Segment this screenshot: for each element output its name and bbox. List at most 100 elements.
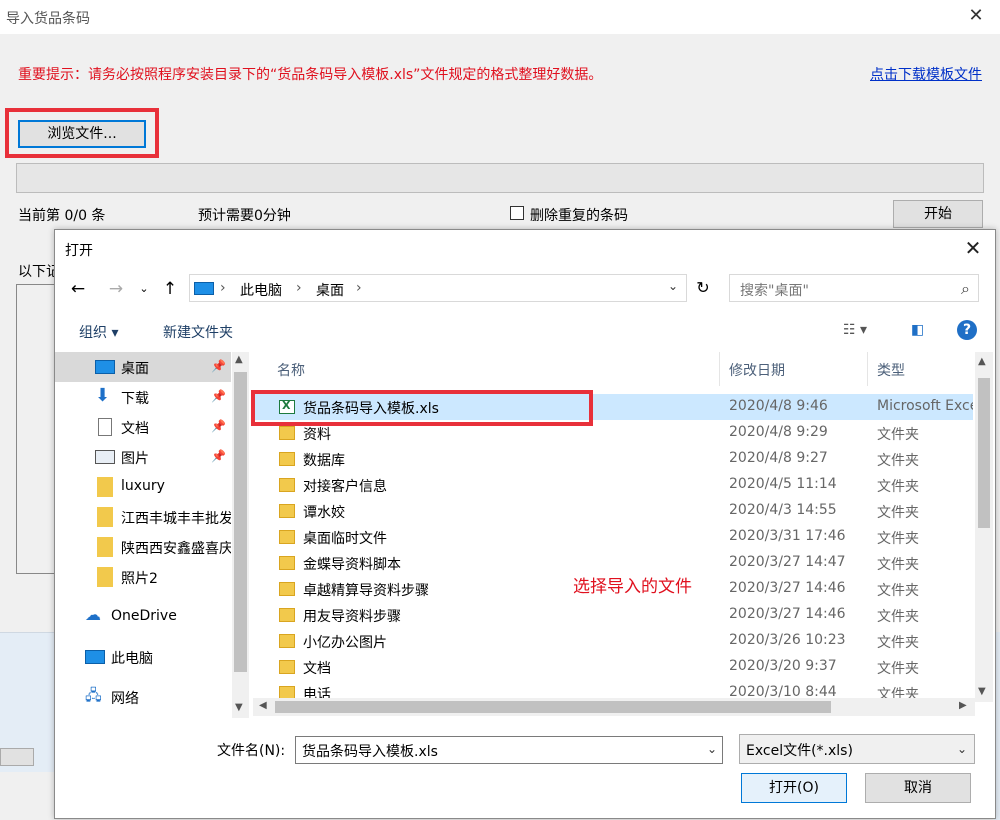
file-row[interactable]: 电话 2020/3/10 8:44 文件夹 (253, 680, 973, 698)
pin-icon: 📌 (211, 359, 226, 373)
scroll-down-icon[interactable]: ▼ (978, 686, 986, 697)
new-folder-button[interactable]: 新建文件夹 (163, 322, 233, 342)
column-separator[interactable] (867, 352, 868, 386)
folder-icon (279, 686, 295, 698)
parent-lower-button[interactable] (0, 748, 34, 766)
forward-arrow-icon[interactable]: → (105, 278, 127, 300)
back-arrow-icon[interactable]: ← (67, 278, 89, 300)
delete-duplicates-label: 删除重复的条码 (530, 208, 628, 224)
scroll-up-icon[interactable]: ▲ (235, 354, 243, 365)
search-placeholder: 搜索"桌面" (740, 283, 809, 299)
folder-icon (97, 567, 113, 587)
file-list-vscroll-thumb[interactable] (978, 378, 990, 528)
file-name: 桌面临时文件 (303, 531, 387, 547)
navigation-pane: 桌面 📌 ⬇ 下载 📌 文档 📌 图片 📌 luxury 江西丰城丰丰批发 陕西… (55, 352, 251, 718)
cancel-button[interactable]: 取消 (865, 773, 971, 803)
file-date: 2020/4/8 9:46 (729, 398, 828, 414)
dialog-title: 打开 (65, 243, 93, 259)
file-row[interactable]: 对接客户信息 2020/4/5 11:14 文件夹 (253, 472, 973, 498)
open-button[interactable]: 打开(O) (741, 773, 847, 803)
file-name: 对接客户信息 (303, 479, 387, 495)
column-separator[interactable] (719, 352, 720, 386)
file-row[interactable]: 数据库 2020/4/8 9:27 文件夹 (253, 446, 973, 472)
nav-item-photos2[interactable]: 照片2 (55, 562, 231, 592)
scroll-left-icon[interactable]: ◀ (259, 700, 267, 711)
column-header-type[interactable]: 类型 (877, 360, 905, 380)
preview-pane-icon[interactable]: ◧ (911, 322, 924, 338)
up-arrow-icon[interactable]: ↑ (159, 278, 181, 300)
dialog-close-icon[interactable]: ✕ (961, 236, 985, 260)
file-list-vscrollbar[interactable]: ▲ ▼ (975, 352, 993, 702)
parent-close-icon[interactable]: ✕ (966, 6, 986, 26)
file-type: 文件夹 (877, 583, 919, 599)
nav-item-shaanxi[interactable]: 陕西西安鑫盛喜庆 (55, 532, 231, 562)
nav-item-pictures[interactable]: 图片 📌 (55, 442, 231, 472)
folder-icon (279, 556, 295, 570)
file-type: 文件夹 (877, 609, 919, 625)
nav-item-downloads[interactable]: ⬇ 下载 📌 (55, 382, 231, 412)
file-list-hscroll-thumb[interactable] (275, 701, 831, 713)
nav-item-this-pc[interactable]: 此电脑 (55, 642, 231, 672)
scroll-up-icon[interactable]: ▲ (978, 356, 986, 367)
search-box[interactable]: 搜索"桌面" ⌕ (729, 274, 979, 302)
file-row[interactable]: 谭水姣 2020/4/3 14:55 文件夹 (253, 498, 973, 524)
file-name: 电话 (303, 687, 331, 698)
folder-icon (97, 537, 113, 557)
filetype-dropdown-icon[interactable]: ⌄ (957, 742, 967, 756)
file-date: 2020/4/8 9:27 (729, 450, 828, 466)
folder-icon (279, 582, 295, 596)
nav-item-documents[interactable]: 文档 📌 (55, 412, 231, 442)
picture-icon (95, 450, 115, 464)
start-button[interactable]: 开始 (893, 200, 983, 228)
file-row[interactable]: 用友导资料步骤 2020/3/27 14:46 文件夹 (253, 602, 973, 628)
file-type: Microsoft Excel (877, 398, 973, 414)
file-date: 2020/4/3 14:55 (729, 502, 837, 518)
estimate-time-status: 预计需要0分钟 (198, 208, 291, 224)
pin-icon: 📌 (211, 449, 226, 463)
file-type: 文件夹 (877, 479, 919, 495)
column-header-name[interactable]: 名称 (277, 360, 305, 380)
file-name: 卓越精算导资料步骤 (303, 583, 429, 599)
scroll-right-icon[interactable]: ▶ (959, 700, 967, 711)
filetype-select[interactable]: Excel文件(*.xls) (739, 734, 975, 764)
file-row[interactable]: 桌面临时文件 2020/3/31 17:46 文件夹 (253, 524, 973, 550)
nav-item-desktop[interactable]: 桌面 📌 (55, 352, 231, 382)
view-options-icon[interactable]: ☷ ▾ (843, 322, 867, 338)
refresh-icon[interactable]: ↻ (689, 274, 717, 302)
file-row[interactable]: 小亿办公图片 2020/3/26 10:23 文件夹 (253, 628, 973, 654)
file-date: 2020/3/27 14:46 (729, 606, 846, 622)
browse-file-button[interactable]: 浏览文件... (18, 120, 146, 148)
address-segment-desktop[interactable]: 桌面 (316, 280, 344, 300)
column-header-date[interactable]: 修改日期 (729, 360, 785, 380)
filename-dropdown-icon[interactable]: ⌄ (707, 742, 717, 756)
folder-icon (279, 478, 295, 492)
nav-item-onedrive[interactable]: ☁ OneDrive (55, 602, 231, 632)
file-date: 2020/3/31 17:46 (729, 528, 846, 544)
filename-input[interactable]: 货品条码导入模板.xls (295, 736, 723, 764)
file-name: 谭水姣 (303, 505, 345, 521)
file-type: 文件夹 (877, 557, 919, 573)
file-name: 小亿办公图片 (303, 635, 387, 651)
nav-item-jiangxi[interactable]: 江西丰城丰丰批发 (55, 502, 231, 532)
folder-icon (279, 426, 295, 440)
help-icon[interactable]: ? (957, 320, 977, 340)
address-segment-this-pc[interactable]: 此电脑 (240, 280, 282, 300)
organize-menu[interactable]: 组织 ▾ (79, 322, 118, 342)
parent-titlebar: 导入货品条码 ✕ (0, 0, 1000, 34)
nav-pane-scrollbar[interactable]: ▲ ▼ (232, 352, 249, 718)
download-template-link[interactable]: 点击下载模板文件 (870, 64, 982, 84)
file-name: 文档 (303, 661, 331, 677)
nav-scroll-thumb[interactable] (234, 372, 247, 672)
import-notice: 重要提示：请务必按照程序安装目录下的“货品条码导入模板.xls”文件规定的格式整… (18, 67, 603, 83)
recent-dropdown-icon[interactable]: ⌄ (137, 278, 151, 300)
nav-item-network[interactable]: 🖧 网络 (55, 682, 231, 712)
delete-duplicates-checkbox[interactable] (510, 206, 524, 220)
address-dropdown-icon[interactable]: ⌄ (668, 279, 678, 293)
file-list-hscrollbar[interactable]: ◀ ▶ (253, 698, 975, 716)
open-file-dialog: 打开 ✕ ← → ⌄ ↑ › 此电脑 › 桌面 › ⌄ ↻ 搜索"桌面" ⌕ 组… (54, 229, 996, 819)
file-row[interactable]: 文档 2020/3/20 9:37 文件夹 (253, 654, 973, 680)
scroll-down-icon[interactable]: ▼ (235, 702, 243, 713)
nav-item-luxury[interactable]: luxury (55, 472, 231, 502)
pin-icon: 📌 (211, 389, 226, 403)
address-bar[interactable]: › 此电脑 › 桌面 › ⌄ (189, 274, 687, 302)
